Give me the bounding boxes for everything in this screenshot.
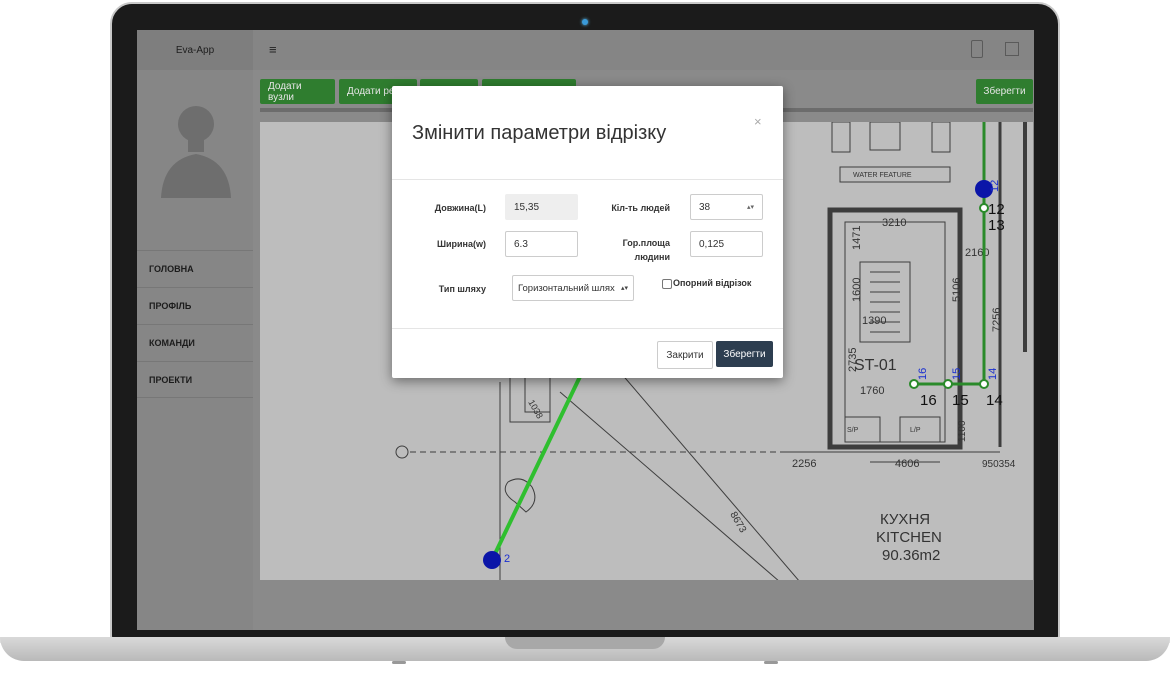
lp-marker: L/P [910, 427, 921, 434]
stair-label: ST-01 [854, 357, 897, 374]
dimension-label: 950354 [982, 459, 1016, 470]
close-button[interactable]: Закрити [657, 341, 713, 369]
dimension-label: 2256 [792, 458, 816, 470]
width-label: Ширина(w) [436, 239, 486, 249]
close-icon[interactable]: × [754, 114, 762, 129]
room-name-en: KITCHEN [876, 529, 942, 546]
path-node[interactable] [909, 379, 919, 389]
area-label-line2: людини [634, 252, 671, 262]
sidebar-item-projects[interactable]: ПРОЕКТИ [137, 361, 253, 398]
menu-toggle-icon[interactable]: ≡ [269, 42, 277, 57]
dimension-label: 8673 [727, 510, 748, 535]
path-node[interactable] [483, 551, 501, 569]
node-tag: 16 [917, 368, 929, 380]
dimension-label: 1100 [957, 420, 968, 442]
path-type-value: Горизонтальний шлях [518, 282, 615, 294]
sidebar-item-profile[interactable]: ПРОФІЛЬ [137, 287, 253, 324]
path-node[interactable] [943, 379, 953, 389]
laptop-foot [392, 661, 406, 664]
room-name-ua: КУХНЯ [880, 511, 930, 528]
dimension-label: 2160 [965, 247, 989, 259]
people-count-label: Кіл-ть людей [611, 203, 670, 213]
sp-marker: S/P [847, 427, 859, 434]
sidebar-nav: ГОЛОВНА ПРОФІЛЬ КОМАНДИ ПРОЕКТИ [137, 250, 253, 398]
area-label-line1: Гор.площа [622, 238, 670, 248]
edit-segment-modal: Змінити параметри відрізку × Довжина(L) … [392, 86, 783, 378]
dimension-label: 1760 [860, 385, 884, 397]
camera-icon [582, 19, 588, 25]
reference-segment-label: Опорний відрізок [673, 278, 752, 288]
node-tag: 2 [504, 553, 510, 565]
dimension-label: 1390 [862, 315, 886, 327]
user-avatar-icon [161, 106, 231, 198]
add-nodes-button[interactable]: Додати вузли [260, 79, 335, 104]
modal-title: Змінити параметри відрізку [412, 122, 667, 144]
node-label: 15 [952, 392, 969, 409]
document-icon[interactable] [971, 40, 983, 58]
select-arrows-icon: ▴▾ [620, 285, 628, 292]
topbar: ≡ [253, 30, 1034, 71]
dimension-label: 4606 [895, 458, 919, 470]
reference-segment-checkbox[interactable] [662, 279, 672, 289]
dimension-label: 7256 [991, 308, 1003, 332]
logout-icon[interactable] [1005, 42, 1019, 56]
people-count-value: 38 [699, 201, 711, 213]
node-tag: 15 [951, 368, 963, 380]
save-button[interactable]: Зберегти [716, 341, 773, 367]
room-area: 90.36m2 [882, 547, 940, 564]
area-per-person-field[interactable]: 0,125 [690, 231, 763, 257]
node-label: 13 [988, 217, 1005, 234]
area-per-person-label: Гор.площа людини [592, 236, 670, 264]
path-node[interactable] [979, 379, 989, 389]
length-label: Довжина(L) [434, 203, 486, 213]
length-field: 15,35 [505, 194, 578, 220]
dimension-label: 1038 [526, 398, 545, 420]
stepper-icon[interactable]: ▴▾ [747, 203, 754, 211]
dimension-label: 1471 [851, 226, 863, 250]
node-label: 14 [986, 392, 1003, 409]
dimension-label: 1600 [851, 278, 863, 302]
node-label: 12 [988, 201, 1005, 218]
save-plan-button[interactable]: Зберегти [976, 79, 1033, 104]
path-type-select[interactable]: Горизонтальний шлях ▴▾ [512, 275, 634, 301]
path-type-label: Тип шляху [438, 284, 486, 294]
modal-divider [392, 179, 783, 180]
dimension-label: 5106 [951, 278, 963, 302]
node-label: 16 [920, 392, 937, 409]
people-count-stepper[interactable]: 38 ▴▾ [690, 194, 763, 220]
water-feature-label: WATER FEATURE [853, 172, 912, 179]
sidebar-item-teams[interactable]: КОМАНДИ [137, 324, 253, 361]
sidebar: Eva-App ГОЛОВНА ПРОФІЛЬ КОМАНДИ ПРОЕКТИ [137, 30, 253, 630]
width-field[interactable]: 6.3 [505, 231, 578, 257]
dimension-label: 3210 [882, 217, 906, 229]
sidebar-item-home[interactable]: ГОЛОВНА [137, 250, 253, 287]
laptop-foot [764, 661, 778, 664]
node-tag: 14 [987, 368, 999, 380]
app-brand[interactable]: Eva-App [137, 30, 253, 70]
modal-divider [392, 328, 783, 329]
laptop-notch [505, 637, 665, 649]
path-node[interactable] [979, 203, 989, 213]
node-tag: 12 [989, 180, 1001, 192]
